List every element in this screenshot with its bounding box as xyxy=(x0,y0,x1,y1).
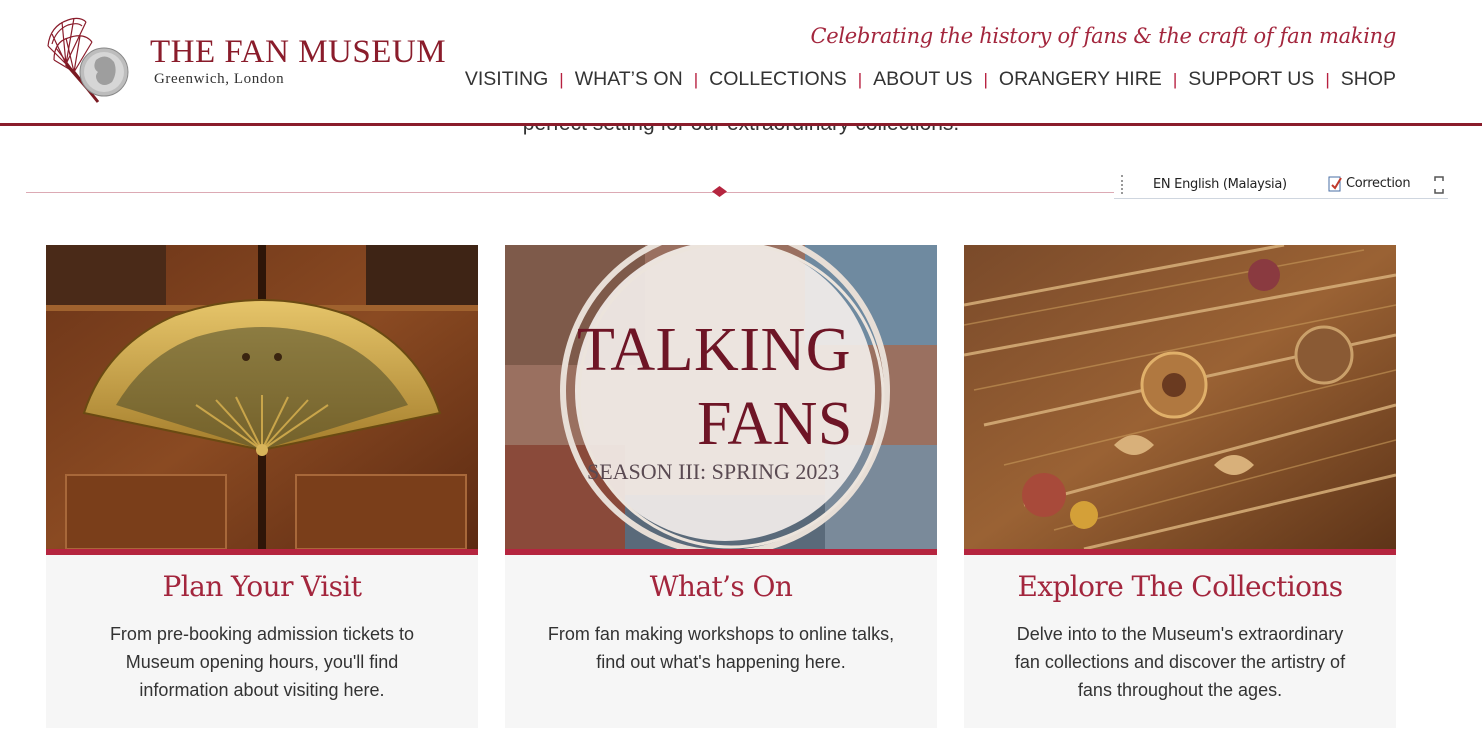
card-explore-collections[interactable]: Explore The Collections Delve into to th… xyxy=(964,245,1396,728)
nav-separator: | xyxy=(693,69,699,89)
poster-line-talking: TALKING xyxy=(577,316,852,384)
nav-separator: | xyxy=(1325,69,1330,89)
card-description: From pre-booking admission tickets to Mu… xyxy=(109,624,415,700)
poster-line-fans: FANS xyxy=(697,390,853,458)
nav-item-shop[interactable]: SHOP xyxy=(1341,68,1396,91)
card-description: Delve into to the Museum's extraordinary… xyxy=(1014,624,1346,700)
brand-title[interactable]: THE FAN MUSEUM xyxy=(150,34,446,71)
embroidered-fan-image xyxy=(964,245,1396,549)
nav-item-whats-on[interactable]: WHAT’S ON xyxy=(575,68,683,91)
nav-item-collections[interactable]: COLLECTIONS xyxy=(709,68,847,91)
nav-separator: | xyxy=(857,69,863,89)
card-description: From fan making workshops to online talk… xyxy=(547,624,895,672)
card-image[interactable] xyxy=(46,245,478,549)
card-whats-on[interactable]: TALKING FANS SEASON III: SPRING 2023 Wha… xyxy=(505,245,937,728)
site-header: THE FAN MUSEUM Greenwich, London Celebra… xyxy=(0,0,1482,126)
card-accent-bar xyxy=(46,549,478,555)
card-accent-bar xyxy=(505,549,937,555)
nav-item-visiting[interactable]: VISITING xyxy=(465,68,548,91)
correction-icon xyxy=(1328,176,1342,192)
card-image[interactable] xyxy=(964,245,1396,549)
brand-subtitle: Greenwich, London xyxy=(154,71,285,87)
card-accent-bar xyxy=(964,549,1396,555)
card-image[interactable]: TALKING FANS SEASON III: SPRING 2023 xyxy=(505,245,937,549)
language-selector[interactable]: EN English (Malaysia) xyxy=(1153,177,1287,192)
section-divider xyxy=(26,192,1116,193)
diamond-ornament-icon xyxy=(712,186,727,197)
toolbar-grip-handle[interactable] xyxy=(1121,175,1123,194)
card-plan-your-visit[interactable]: Plan Your Visit From pre-booking admissi… xyxy=(46,245,478,728)
tagline: Celebrating the history of fans & the cr… xyxy=(810,24,1396,48)
nav-item-about-us[interactable]: ABOUT US xyxy=(873,68,972,91)
expand-icon[interactable] xyxy=(1433,175,1445,195)
gilded-fan-door-image xyxy=(46,245,478,549)
correction-button[interactable]: Correction xyxy=(1328,175,1411,192)
card-title[interactable]: What’s On xyxy=(505,570,937,603)
translation-toolbar: EN English (Malaysia) Correction xyxy=(1114,170,1448,199)
poster-line-season: SEASON III: SPRING 2023 xyxy=(587,459,840,484)
nav-item-support-us[interactable]: SUPPORT US xyxy=(1188,68,1314,91)
nav-separator: | xyxy=(559,69,564,89)
card-title[interactable]: Plan Your Visit xyxy=(46,570,478,603)
nav-item-orangery-hire[interactable]: ORANGERY HIRE xyxy=(999,68,1162,91)
nav-separator: | xyxy=(983,69,988,89)
nav-separator: | xyxy=(1172,69,1178,89)
correction-label: Correction xyxy=(1346,176,1411,191)
fan-museum-logo-icon[interactable] xyxy=(44,12,144,108)
card-title[interactable]: Explore The Collections xyxy=(964,570,1396,603)
main-nav: VISITING | WHAT’S ON | COLLECTIONS | ABO… xyxy=(465,68,1396,91)
